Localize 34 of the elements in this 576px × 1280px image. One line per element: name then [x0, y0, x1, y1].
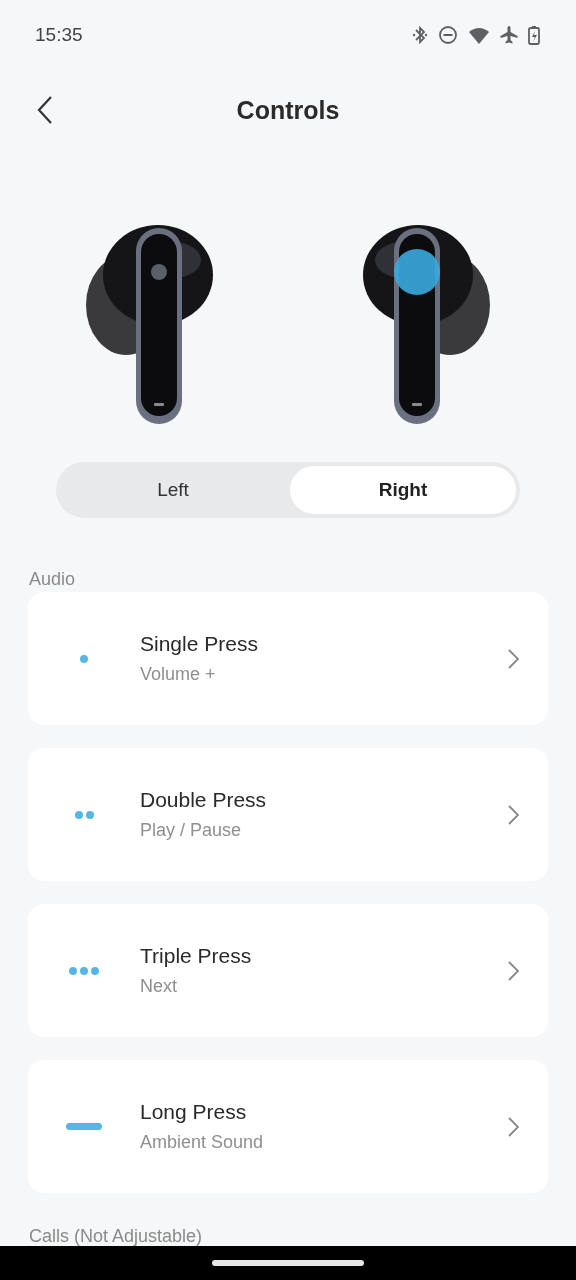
row-value: Ambient Sound — [140, 1132, 265, 1153]
row-value: Play / Pause — [140, 820, 243, 841]
control-row[interactable]: Double Press Play / Pause — [28, 748, 548, 881]
long-press-icon — [66, 1123, 102, 1130]
press-dots-icon — [80, 654, 88, 663]
row-title: Triple Press — [140, 944, 253, 968]
airplane-icon — [500, 25, 518, 45]
chevron-right-icon — [507, 647, 520, 670]
side-tab[interactable]: Right — [290, 466, 516, 514]
do-not-disturb-icon — [438, 25, 458, 45]
battery-charging-icon — [528, 25, 540, 45]
home-handle[interactable] — [212, 1260, 364, 1266]
section-label: Audio — [29, 568, 77, 591]
back-icon — [36, 95, 54, 125]
chevron-right-icon — [507, 803, 520, 826]
chevron-right-icon — [507, 959, 520, 982]
row-value: Next — [140, 976, 178, 997]
row-value: Volume + — [140, 664, 217, 685]
section-label: Calls (Not Adjustable) — [29, 1225, 204, 1248]
press-dots-icon — [69, 966, 99, 975]
row-title: Single Press — [140, 632, 259, 656]
control-row[interactable]: Long Press Ambient Sound — [28, 1060, 548, 1193]
page-title: Controls — [236, 95, 340, 125]
status-time: 15:35 — [35, 24, 83, 46]
back-button[interactable] — [36, 95, 54, 125]
side-tab[interactable]: Left — [60, 466, 286, 514]
row-title: Long Press — [140, 1100, 248, 1124]
control-row[interactable]: Triple Press Next — [28, 904, 548, 1037]
press-dots-icon — [74, 810, 94, 819]
wifi-icon — [468, 26, 490, 44]
control-row[interactable]: Single Press Volume + — [28, 592, 548, 725]
bluetooth-icon — [412, 25, 428, 45]
row-title: Double Press — [140, 788, 268, 812]
chevron-right-icon — [507, 1115, 520, 1138]
